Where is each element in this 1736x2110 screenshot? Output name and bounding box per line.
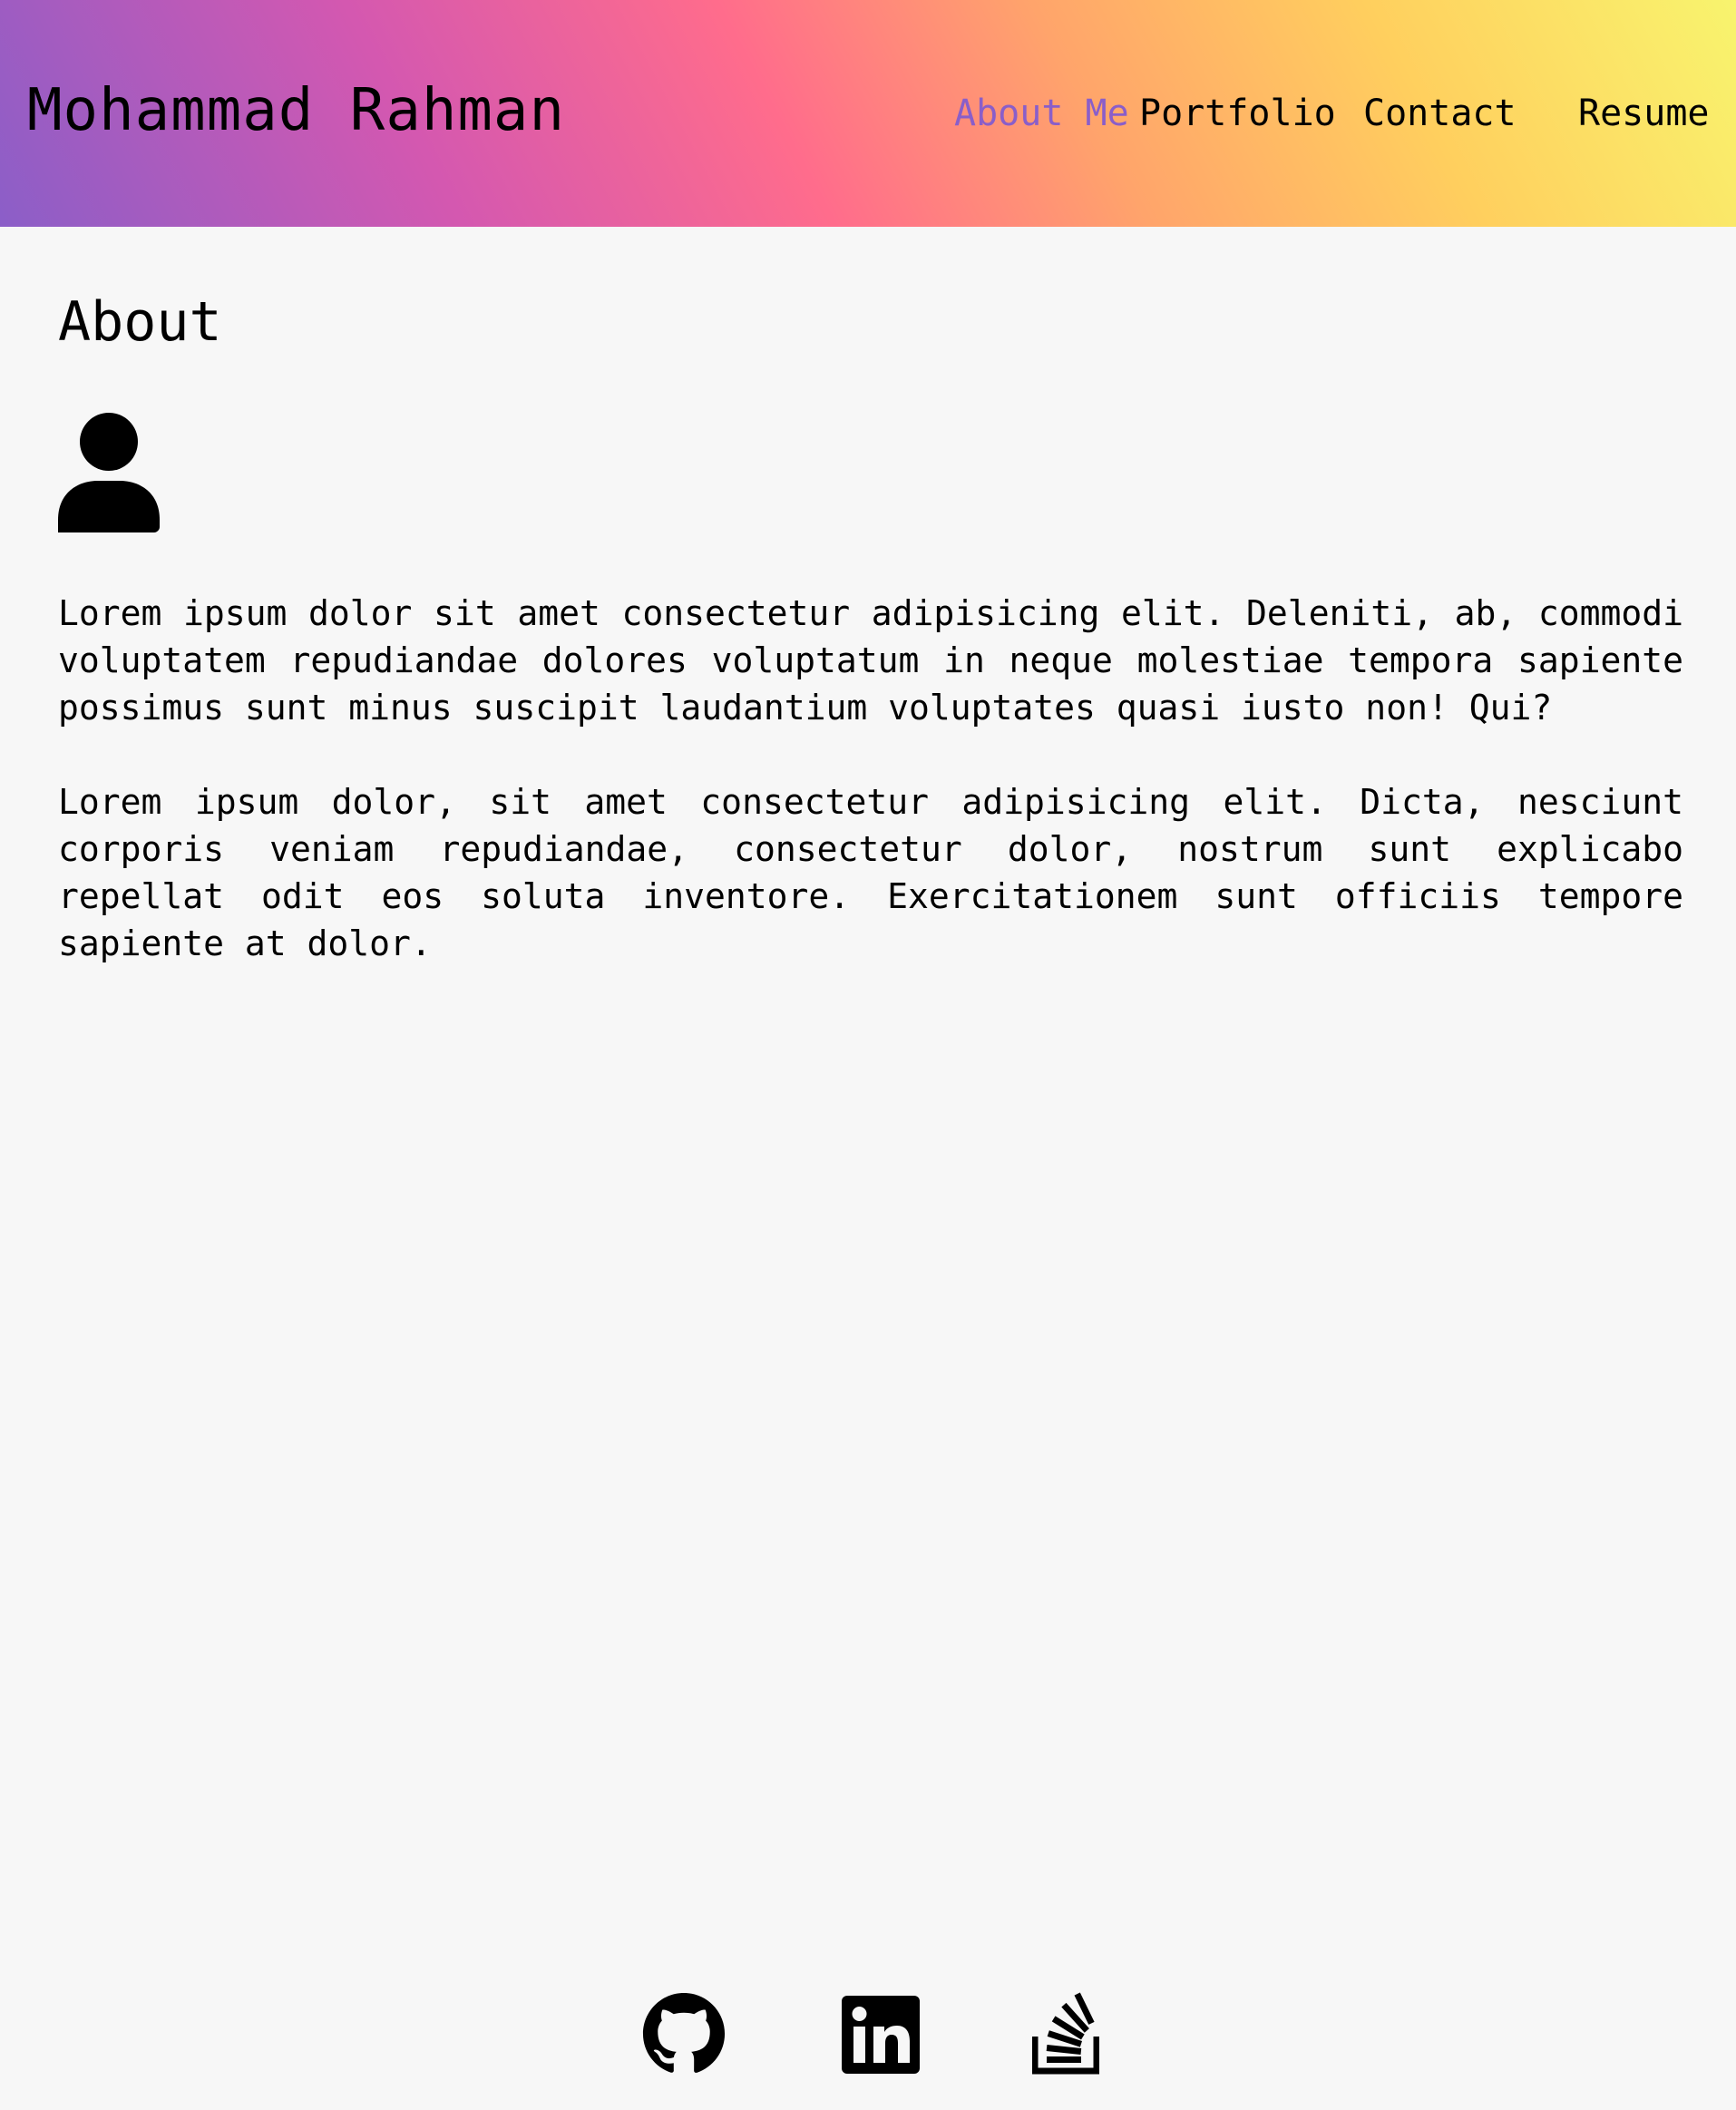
linkedin-icon (842, 1996, 920, 2074)
nav-link-contact[interactable]: Contact (1363, 91, 1517, 136)
bio-paragraph: Lorem ipsum dolor sit amet consectetur a… (58, 593, 1683, 728)
bio-paragraph: Lorem ipsum dolor, sit amet consectetur … (58, 782, 1683, 963)
nav-link-resume[interactable]: Resume (1578, 91, 1710, 136)
stack-overflow-link[interactable] (1031, 1991, 1100, 2078)
main-nav: About Me Portfolio Contact Resume (0, 91, 1736, 136)
github-link[interactable] (641, 1991, 727, 2080)
section-heading: About (58, 290, 222, 354)
user-icon (58, 413, 160, 532)
nav-link-about-me[interactable]: About Me (954, 91, 1129, 136)
github-icon (642, 1992, 726, 2073)
bio-text: Lorem ipsum dolor sit amet consectetur a… (58, 590, 1683, 1014)
stack-overflow-icon (1031, 1992, 1100, 2075)
site-header: Mohammad Rahman About Me Portfolio Conta… (0, 0, 1736, 227)
linkedin-link[interactable] (842, 1996, 920, 2077)
site-footer (0, 1987, 1736, 2077)
about-section: About Lorem ipsum dolor sit amet consect… (58, 281, 1683, 963)
nav-link-portfolio[interactable]: Portfolio (1139, 91, 1336, 136)
